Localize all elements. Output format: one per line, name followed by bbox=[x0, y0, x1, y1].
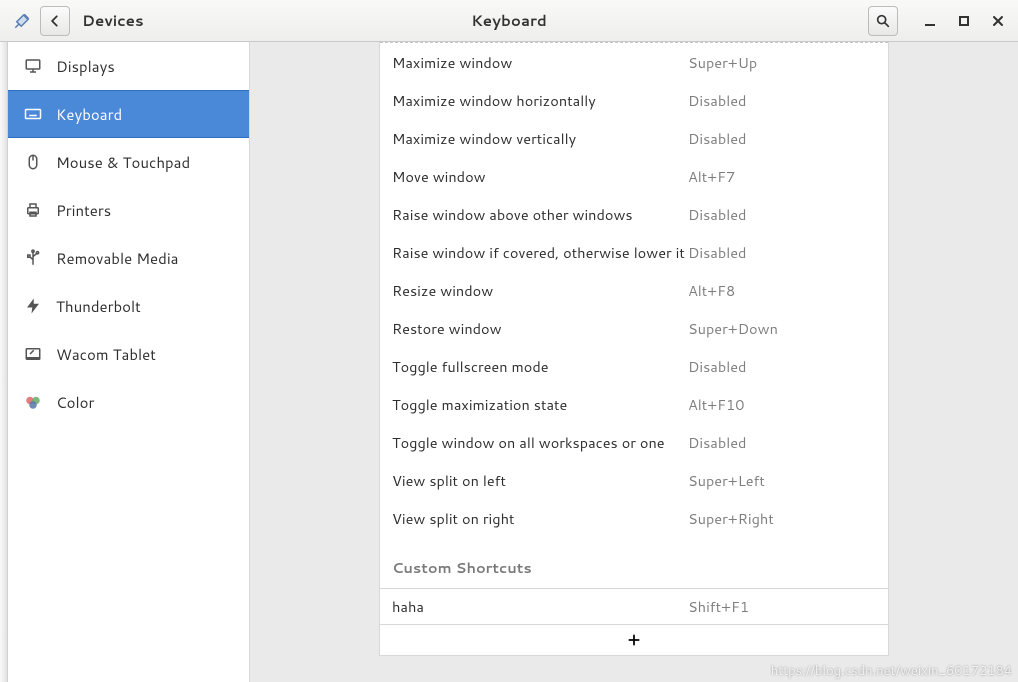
custom-shortcuts-header: Custom Shortcuts bbox=[380, 537, 888, 588]
settings-app-icon bbox=[12, 11, 32, 31]
sidebar-item-label: Printers bbox=[56, 200, 111, 221]
shortcut-name: Toggle fullscreen mode bbox=[392, 356, 688, 377]
sidebar-item-thunderbolt[interactable]: Thunderbolt bbox=[8, 282, 249, 330]
tablet-icon bbox=[24, 345, 42, 363]
usb-icon bbox=[24, 249, 42, 267]
shortcut-row[interactable]: Maximize windowSuper+Up bbox=[380, 43, 888, 81]
page-title: Keyboard bbox=[0, 10, 1018, 31]
sidebar-item-label: Removable Media bbox=[56, 248, 178, 269]
shortcut-row[interactable]: Resize windowAlt+F8 bbox=[380, 271, 888, 309]
color-icon bbox=[24, 393, 42, 411]
shortcut-key: Alt+F10 bbox=[688, 394, 744, 415]
titlebar: Devices Keyboard bbox=[0, 0, 1018, 42]
titlebar-right bbox=[868, 6, 1010, 36]
content-area: Maximize windowSuper+UpMaximize window h… bbox=[250, 42, 1018, 682]
sidebar-item-label: Color bbox=[56, 392, 94, 413]
shortcut-row[interactable]: Toggle fullscreen modeDisabled bbox=[380, 347, 888, 385]
sidebar-item-label: Displays bbox=[56, 56, 115, 77]
shortcut-key: Super+Right bbox=[688, 508, 774, 529]
maximize-button[interactable] bbox=[952, 9, 976, 33]
sidebar-item-removable-media[interactable]: Removable Media bbox=[8, 234, 249, 282]
shortcut-key: Super+Left bbox=[688, 470, 765, 491]
mouse-icon bbox=[24, 153, 42, 171]
shortcut-row[interactable]: Maximize window verticallyDisabled bbox=[380, 119, 888, 157]
body: Displays Keyboard bbox=[0, 42, 1018, 682]
shortcut-name: Raise window if covered, otherwise lower… bbox=[392, 242, 688, 263]
shortcut-name: Maximize window horizontally bbox=[392, 90, 688, 111]
settings-window: Devices Keyboard bbox=[0, 0, 1018, 682]
back-button[interactable] bbox=[40, 6, 70, 36]
sidebar-item-mouse[interactable]: Mouse & Touchpad bbox=[8, 138, 249, 186]
shortcut-name: View split on left bbox=[392, 470, 688, 491]
shortcut-row[interactable]: Toggle window on all workspaces or oneDi… bbox=[380, 423, 888, 461]
shortcut-row[interactable]: Maximize window horizontallyDisabled bbox=[380, 81, 888, 119]
shortcut-key: Shift+F1 bbox=[688, 596, 749, 617]
add-shortcut-button[interactable] bbox=[380, 624, 888, 658]
shortcut-key: Super+Down bbox=[688, 318, 778, 339]
sidebar-item-wacom[interactable]: Wacom Tablet bbox=[8, 330, 249, 378]
shortcut-name: Maximize window vertically bbox=[392, 128, 688, 149]
sidebar: Displays Keyboard bbox=[8, 42, 250, 682]
shortcut-key: Alt+F7 bbox=[688, 166, 735, 187]
shortcut-name: Restore window bbox=[392, 318, 688, 339]
close-button[interactable] bbox=[986, 9, 1010, 33]
sidebar-item-label: Thunderbolt bbox=[56, 296, 141, 317]
shortcut-row[interactable]: View split on rightSuper+Right bbox=[380, 499, 888, 537]
shortcut-name: Move window bbox=[392, 166, 688, 187]
shortcut-list-panel: Maximize windowSuper+UpMaximize window h… bbox=[379, 42, 889, 656]
shortcut-row[interactable]: Move windowAlt+F7 bbox=[380, 157, 888, 195]
printer-icon bbox=[24, 201, 42, 219]
shortcut-row[interactable]: Restore windowSuper+Down bbox=[380, 309, 888, 347]
sidebar-item-label: Wacom Tablet bbox=[56, 344, 156, 365]
thunderbolt-icon bbox=[24, 297, 42, 315]
shortcut-key: Disabled bbox=[688, 204, 746, 225]
sidebar-item-color[interactable]: Color bbox=[8, 378, 249, 426]
shortcut-name: View split on right bbox=[392, 508, 688, 529]
shortcut-key: Super+Up bbox=[688, 52, 757, 73]
search-button[interactable] bbox=[868, 6, 898, 36]
keyboard-icon bbox=[24, 105, 42, 123]
shortcut-key: Disabled bbox=[688, 242, 746, 263]
shortcut-row[interactable]: Raise window if covered, otherwise lower… bbox=[380, 233, 888, 271]
shortcut-name: Toggle window on all workspaces or one bbox=[392, 432, 688, 453]
shortcut-row[interactable]: Toggle maximization stateAlt+F10 bbox=[380, 385, 888, 423]
monitor-icon bbox=[24, 57, 42, 75]
shortcut-key: Disabled bbox=[688, 432, 746, 453]
shortcut-key: Disabled bbox=[688, 90, 746, 111]
sidebar-item-label: Mouse & Touchpad bbox=[56, 152, 190, 173]
shortcut-name: Resize window bbox=[392, 280, 688, 301]
shortcut-row[interactable]: View split on leftSuper+Left bbox=[380, 461, 888, 499]
custom-shortcut-row[interactable]: hahaShift+F1 bbox=[380, 588, 888, 624]
truncated-left-app bbox=[0, 42, 8, 682]
sidebar-item-label: Keyboard bbox=[56, 104, 122, 125]
shortcut-rows: Maximize windowSuper+UpMaximize window h… bbox=[380, 43, 888, 537]
section-title: Devices bbox=[82, 10, 144, 31]
custom-shortcut-rows: hahaShift+F1 bbox=[380, 588, 888, 624]
shortcut-key: Alt+F8 bbox=[688, 280, 735, 301]
shortcut-name: haha bbox=[392, 596, 688, 617]
plus-icon bbox=[627, 632, 641, 652]
shortcut-name: Maximize window bbox=[392, 52, 688, 73]
shortcut-name: Toggle maximization state bbox=[392, 394, 688, 415]
shortcut-row[interactable]: Raise window above other windowsDisabled bbox=[380, 195, 888, 233]
shortcut-name: Raise window above other windows bbox=[392, 204, 688, 225]
shortcut-key: Disabled bbox=[688, 356, 746, 377]
sidebar-item-printers[interactable]: Printers bbox=[8, 186, 249, 234]
minimize-button[interactable] bbox=[918, 9, 942, 33]
sidebar-item-keyboard[interactable]: Keyboard bbox=[8, 90, 249, 138]
sidebar-item-displays[interactable]: Displays bbox=[8, 42, 249, 90]
shortcut-key: Disabled bbox=[688, 128, 746, 149]
